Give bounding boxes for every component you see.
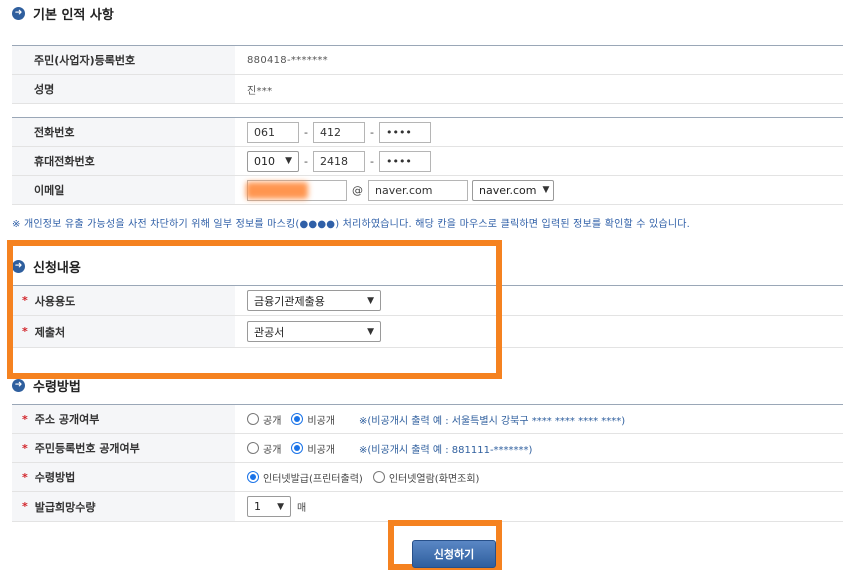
phone-middle-input[interactable]: 412 (312, 121, 365, 143)
quantity-select[interactable]: 1 ▼ (247, 496, 291, 517)
rrn-private-note: ※(비공개시 출력 예 : 881111-*******) (359, 444, 533, 456)
table-row: 휴대전화번호 010 ▼ - 2418 - •••• (12, 147, 843, 176)
table-row: * 주소 공개여부 공개 비공개 ※(비공개시 출력 예 : 서울특별시 강북구… (12, 405, 843, 434)
address-public-label: 주소 공개여부 (34, 413, 100, 426)
required-mark: * (22, 441, 28, 455)
name-label: 성명 (12, 75, 235, 103)
phone-last-input[interactable]: •••• (378, 121, 431, 143)
chevron-down-icon: ▼ (285, 156, 292, 166)
address-public-radio[interactable] (247, 413, 259, 425)
chevron-down-icon: ▼ (277, 501, 284, 512)
basic-info-header: ➜ 기본 인적 사항 (12, 4, 114, 23)
email-label: 이메일 (12, 176, 235, 204)
masking-notice: ※ 개인정보 유출 가능성을 사전 차단하기 위해 일부 정보를 마스킹(●●●… (12, 219, 691, 230)
contact-table: 전화번호 061 - 412 - •••• 휴대전화번호 010 ▼ - 241… (12, 117, 843, 205)
address-private-note: ※(비공개시 출력 예 : 서울특별시 강북구 **** **** **** *… (359, 415, 626, 427)
table-row: * 수령방법 인터넷발급(프린터출력) 인터넷열람(화면조회) (12, 463, 843, 492)
name-value: 진*** (247, 85, 273, 97)
email-domain-input[interactable]: naver.com (368, 179, 468, 201)
receipt-table: * 주소 공개여부 공개 비공개 ※(비공개시 출력 예 : 서울특별시 강북구… (12, 404, 843, 522)
arrow-circle-icon: ➜ (12, 7, 25, 20)
rrn-label: 주민(사업자)등록번호 (12, 46, 235, 74)
table-row: * 발급희망수량 1 ▼ 매 (12, 492, 843, 522)
receipt-method-label: 수령방법 (34, 471, 76, 484)
table-row: 전화번호 061 - 412 - •••• (12, 118, 843, 147)
highlight-box-application (7, 240, 502, 379)
redaction-mark (246, 181, 308, 199)
online-print-radio[interactable] (247, 471, 259, 483)
email-domain-select[interactable]: naver.com ▼ (472, 179, 554, 201)
table-row: 이메일 @ naver.com naver.com ▼ (12, 176, 843, 205)
section-title: 기본 인적 사항 (33, 8, 114, 23)
arrow-circle-icon: ➜ (12, 379, 25, 392)
quantity-unit: 매 (297, 503, 307, 514)
mobile-prefix-select[interactable]: 010 ▼ (247, 150, 299, 172)
table-row: 성명 진*** (12, 75, 843, 104)
mobile-label: 휴대전화번호 (12, 147, 235, 175)
quantity-label: 발급희망수량 (34, 500, 96, 514)
mobile-last-input[interactable]: •••• (378, 150, 431, 172)
chevron-down-icon: ▼ (542, 185, 550, 195)
rrn-public-label: 주민등록번호 공개여부 (34, 442, 140, 455)
rrn-public-radio[interactable] (247, 442, 259, 454)
table-row: 주민(사업자)등록번호 880418-******* (12, 46, 843, 75)
phone-area-input[interactable]: 061 (247, 121, 299, 143)
required-mark: * (22, 500, 28, 513)
apply-button[interactable]: 신청하기 (412, 540, 496, 568)
phone-label: 전화번호 (12, 118, 235, 146)
mobile-middle-input[interactable]: 2418 (312, 150, 365, 172)
required-mark: * (22, 470, 28, 484)
table-row: * 주민등록번호 공개여부 공개 비공개 ※(비공개시 출력 예 : 88111… (12, 434, 843, 463)
basic-info-table: 주민(사업자)등록번호 880418-******* 성명 진*** (12, 45, 843, 104)
email-id-input[interactable] (246, 179, 347, 201)
rrn-value: 880418-******* (247, 54, 328, 66)
required-mark: * (22, 412, 28, 426)
online-view-radio[interactable] (372, 471, 385, 483)
address-private-radio[interactable] (291, 413, 304, 425)
rrn-private-radio[interactable] (291, 442, 304, 454)
